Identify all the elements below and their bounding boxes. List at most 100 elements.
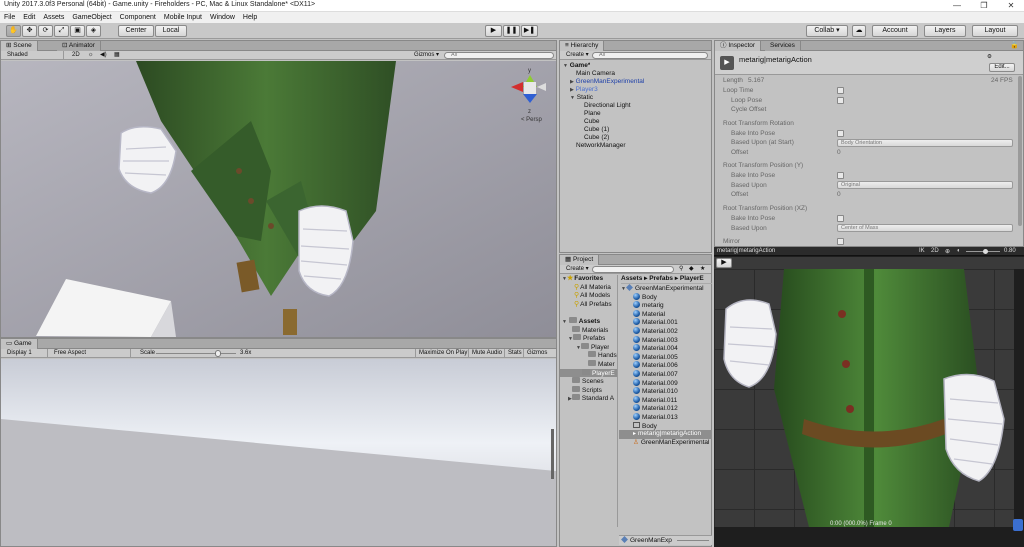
edit-button[interactable]: Edit... [989,63,1015,72]
folder-item[interactable]: Mater [588,360,615,369]
asset-item[interactable]: Material.011 [633,395,677,405]
preview-viewport[interactable]: 0:00 (000.0%) Frame 0 [714,269,1024,547]
asset-item[interactable]: Material.004 [633,344,678,353]
loop-pose-checkbox[interactable] [837,96,844,104]
hierarchy-create-dropdown[interactable]: Create ▾ [563,51,592,60]
cloud-icon[interactable]: ☁ [852,25,866,37]
menu-assets[interactable]: Assets [39,12,68,23]
hierarchy-item[interactable]: Cube [584,118,600,126]
tab-inspector[interactable]: ⓘ Inspector [715,41,762,51]
close-button[interactable]: ✕ [998,0,1024,12]
layout-button[interactable]: Layout [972,25,1018,37]
minimize-button[interactable]: — [944,0,970,12]
bake-xz-checkbox[interactable] [837,215,844,222]
favorite-item[interactable]: ⚲All Materia [574,284,611,293]
pause-button[interactable]: ❚❚ [503,25,520,37]
asset-avatar[interactable]: ♙ GreenManExperimental [633,439,709,448]
maximize-button[interactable]: ❐ [971,0,997,12]
asset-item[interactable]: Material.002 [633,327,678,336]
based-rotation-dropdown[interactable]: Body Orientation [837,138,1013,147]
folder-item[interactable]: ▼ Prefabs [568,334,605,343]
hierarchy-item[interactable]: ▶ Player3 [570,86,598,94]
game-viewport[interactable] [1,359,556,546]
folder-item-selected[interactable]: PlayerE [560,368,617,378]
hierarchy-item[interactable]: Plane [584,110,601,118]
rect-tool-icon[interactable]: ▣ [70,25,85,37]
offset-y-field[interactable]: 0 [837,190,841,199]
menu-help[interactable]: Help [239,12,261,23]
tab-project[interactable]: ▦ Project [560,255,600,265]
inspector-scrollbar[interactable] [1018,76,1022,226]
audio-icon[interactable]: ◀) [97,51,110,60]
asset-mesh[interactable]: Body [633,421,657,431]
lighting-icon[interactable]: ☼ [85,51,97,60]
scene-search-input[interactable]: All [444,52,554,59]
favorite-item[interactable]: ⚲All Models [574,292,610,301]
offset-rotation-field[interactable]: 0 [837,148,841,157]
favorite-icon[interactable]: ★ [697,265,708,274]
tab-services[interactable]: Services [765,41,801,51]
persp-label[interactable]: < Persp [521,117,543,123]
asset-item[interactable]: Material.003 [633,335,678,345]
scale-slider-thumb[interactable] [215,350,221,357]
bake-rotation-checkbox[interactable] [837,129,844,137]
menu-edit[interactable]: Edit [19,12,39,23]
asset-item[interactable]: Material.009 [633,378,678,388]
hierarchy-item[interactable]: Cube (1) [584,126,609,134]
asset-item[interactable]: Body [633,292,657,302]
based-y-dropdown[interactable]: Original [837,181,1013,189]
hierarchy-item[interactable]: Cube (2) [584,134,609,142]
tab-animator[interactable]: ⊡ Animator [57,41,101,51]
asset-item[interactable]: Material.010 [633,387,678,396]
collab-button[interactable]: Collab ▾ [806,25,848,37]
hierarchy-item[interactable]: ▼ Static [570,94,593,102]
account-button[interactable]: Account [872,25,918,37]
2d-toggle[interactable]: 2D [69,51,83,60]
scene-gizmos-dropdown[interactable]: Gizmos ▾ [411,51,442,60]
step-button[interactable]: ▶❚ [521,25,538,37]
folder-item[interactable]: Hands [588,351,617,360]
inspector-lock-icon[interactable]: 🔒 [1010,41,1019,49]
asset-item[interactable]: Material.006 [633,361,678,370]
preview-play-button[interactable]: ▶ [716,258,732,268]
hierarchy-item[interactable]: ▶ GreenManExperimental [570,78,644,86]
pivot-local-button[interactable]: Local [155,25,187,37]
scale-slider-track[interactable] [156,353,236,354]
ik-toggle[interactable]: IK [919,248,925,254]
favorites-header[interactable]: ▼★Favorites [562,275,603,284]
tab-game[interactable]: ▭ Game [1,339,38,349]
menu-file[interactable]: File [0,12,19,23]
mirror-checkbox[interactable] [837,238,844,245]
hierarchy-item[interactable]: Main Camera [576,70,615,78]
folder-item[interactable]: Scripts [572,385,602,395]
bake-y-checkbox[interactable] [837,172,844,179]
hierarchy-search-input[interactable]: All [592,52,708,59]
tab-hierarchy[interactable]: ≡ Hierarchy [560,41,605,51]
preview-2d-toggle[interactable]: 2D [931,248,939,254]
hierarchy-item[interactable]: Directional Light [584,102,631,110]
game-gizmos-toggle[interactable]: Gizmos [523,349,550,358]
settings-icon[interactable]: ⚙ [987,54,992,60]
scene-viewport[interactable]: y z < Persp [1,61,556,337]
filter-type-icon[interactable]: ⚲ [676,265,686,274]
stats-toggle[interactable]: Stats [504,349,525,358]
maximize-on-play-toggle[interactable]: Maximize On Play [415,349,470,358]
asset-item[interactable]: Material [633,309,665,319]
assets-root[interactable]: ▼ Assets [562,317,600,326]
display-dropdown[interactable]: Display 1 [4,349,48,358]
asset-item[interactable]: metarig [633,301,664,310]
folder-item[interactable]: ▶ Standard A [568,394,614,403]
preview-pivot-icon[interactable]: ⊕ [945,248,950,255]
shading-dropdown[interactable]: Shaded [4,51,64,60]
tab-scene[interactable]: ⊞ Scene [1,41,38,51]
hierarchy-item[interactable]: NetworkManager [576,142,626,150]
move-tool-icon[interactable]: ✥ [22,25,37,37]
mute-audio-toggle[interactable]: Mute Audio [468,349,505,358]
project-create-dropdown[interactable]: Create ▾ [563,265,592,274]
menu-gameobject[interactable]: GameObject [68,12,115,23]
asset-item[interactable]: Material.012 [633,404,678,413]
project-breadcrumb[interactable]: Assets ▸ Prefabs ▸ PlayerE [621,275,712,284]
project-search-input[interactable] [592,266,674,273]
folder-item[interactable]: ▼ Player [576,342,609,352]
icon-size-slider[interactable] [677,540,709,541]
